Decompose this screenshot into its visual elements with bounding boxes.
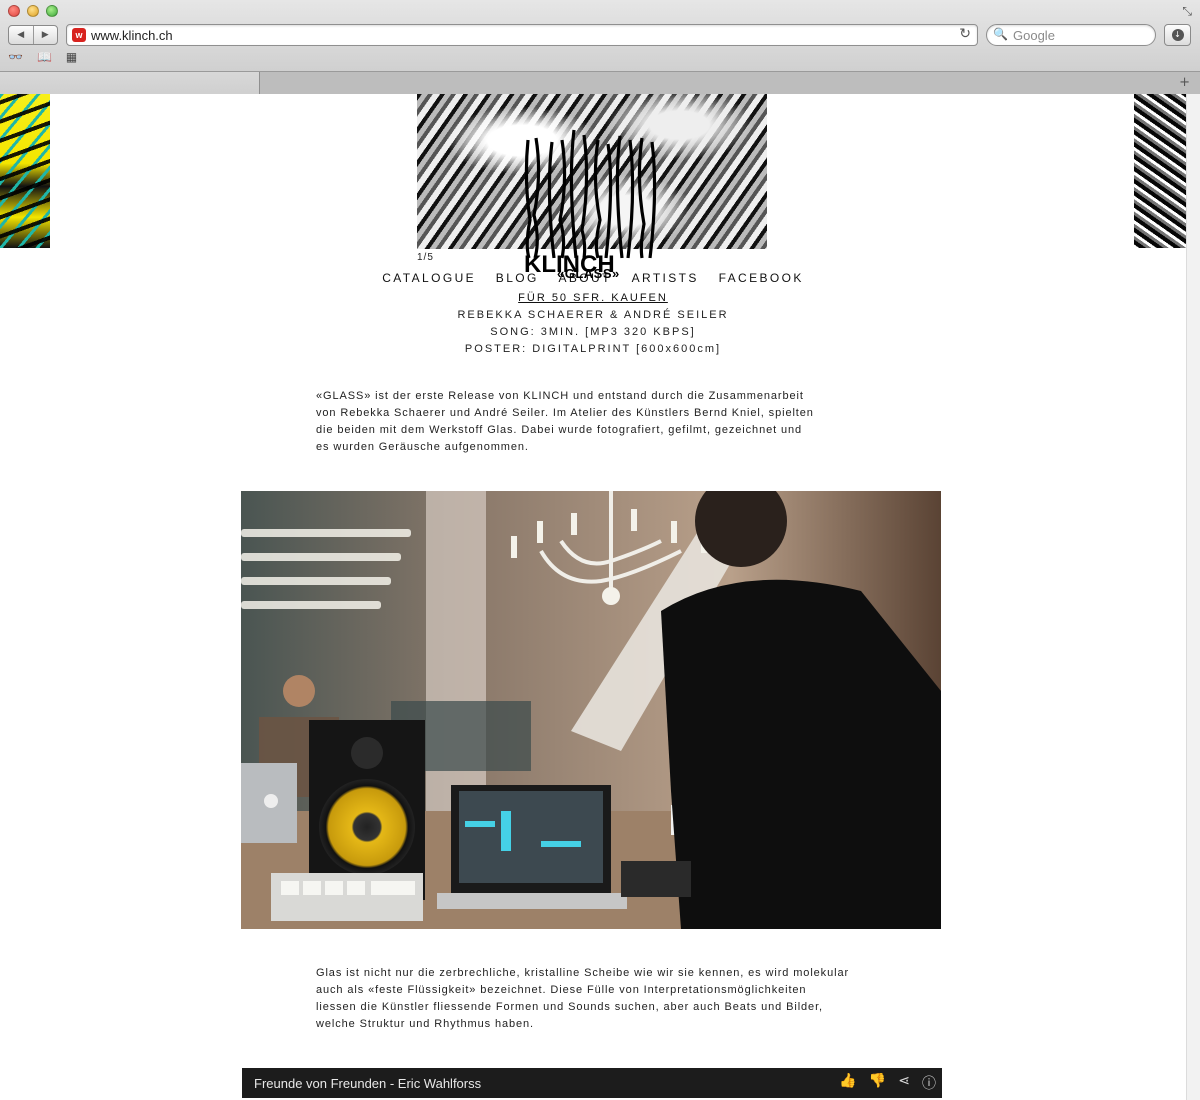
site-favicon-icon: w <box>72 28 86 42</box>
forward-button[interactable]: ▶ <box>32 26 58 44</box>
page-content: KLINCH 1/5 CATALOGUE BLOG ABOUT ARTISTS … <box>0 94 1186 1100</box>
share-icon[interactable]: ⋖ <box>898 1073 910 1093</box>
studio-photo <box>241 491 941 929</box>
release-poster: POSTER: DIGITALPRINT [600x600cm] <box>464 343 722 355</box>
close-window-button[interactable] <box>8 5 20 17</box>
video-player-bar[interactable]: Freunde von Freunden - Eric Wahlforss 👍 … <box>242 1068 942 1098</box>
info-icon[interactable]: ⓘ <box>922 1073 936 1093</box>
search-placeholder: Google <box>1013 28 1055 43</box>
like-icon[interactable]: 👍 <box>839 1073 856 1093</box>
release-info: FÜR 50 SFR. KAUFEN REBEKKA SCHAERER & AN… <box>0 290 1186 358</box>
reload-icon[interactable]: ↻ <box>959 26 971 42</box>
paragraph-line: von Rebekka Schaerer und André Seiler. I… <box>316 407 814 419</box>
release-credits: REBEKKA SCHAERER & ANDRÉ SEILER <box>457 309 729 321</box>
player-controls: 👍 👎 ⋖ ⓘ <box>839 1073 936 1093</box>
browser-chrome: ⤡ ◀ ▶ w www.klinch.ch ↻ 🔍 Google ↓ 👓 📖 ▦… <box>0 0 1200 95</box>
downloads-button[interactable]: ↓ <box>1164 24 1191 46</box>
paragraph-line: Glas ist nicht nur die zerbrechliche, kr… <box>316 967 850 979</box>
second-paragraph: Glas ist nicht nur die zerbrechliche, kr… <box>316 965 876 1033</box>
intro-paragraph: «GLASS» ist der erste Release von KLINCH… <box>316 388 876 456</box>
paragraph-line: die beiden mit dem Werkstoff Glas. Dabei… <box>316 424 803 436</box>
back-button[interactable]: ◀ <box>9 26 33 44</box>
bookmarks-icon[interactable]: 📖 <box>37 50 52 64</box>
menu-item-artists[interactable]: ARTISTS <box>632 271 699 285</box>
slide-next-artwork[interactable] <box>1134 94 1186 248</box>
address-bar[interactable]: w www.klinch.ch ↻ <box>66 24 978 46</box>
menu-item-catalogue[interactable]: CATALOGUE <box>382 271 476 285</box>
slide-prev-artwork[interactable] <box>0 94 50 248</box>
top-sites-icon[interactable]: ▦ <box>66 50 77 64</box>
search-field[interactable]: 🔍 Google <box>986 24 1156 46</box>
navigation-buttons: ◀ ▶ <box>8 25 58 45</box>
paragraph-line: liessen die Künstler fliessende Formen u… <box>316 1001 823 1013</box>
window-controls <box>8 5 58 17</box>
menu-item-facebook[interactable]: FACEBOOK <box>719 271 804 285</box>
buy-link[interactable]: FÜR 50 SFR. KAUFEN <box>518 292 668 304</box>
vertical-scrollbar[interactable] <box>1186 94 1200 1100</box>
release-song: SONG: 3MIN. [MP3 320 KBPS] <box>490 326 696 338</box>
zoom-window-button[interactable] <box>46 5 58 17</box>
fullscreen-icon[interactable]: ⤡ <box>1182 4 1192 19</box>
paragraph-line: auch als «feste Flüssigkeit» bezeichnet.… <box>316 984 807 996</box>
new-tab-icon[interactable]: + <box>1179 75 1190 90</box>
search-icon: 🔍 <box>993 27 1008 41</box>
bookmarks-bar: 👓 📖 ▦ <box>8 50 77 64</box>
paragraph-line: welche Struktur und Rhythmus haben. <box>316 1018 534 1030</box>
video-title[interactable]: Freunde von Freunden - Eric Wahlforss <box>254 1076 481 1091</box>
reading-list-icon[interactable]: 👓 <box>8 50 23 64</box>
paragraph-line: «GLASS» ist der erste Release von KLINCH… <box>316 390 804 402</box>
minimize-window-button[interactable] <box>27 5 39 17</box>
dislike-icon[interactable]: 👎 <box>869 1073 886 1093</box>
url-text[interactable]: www.klinch.ch <box>91 28 173 43</box>
download-icon: ↓ <box>1171 29 1184 41</box>
tab-strip: + <box>0 71 1200 95</box>
browser-tab[interactable] <box>0 72 260 95</box>
paragraph-line: es wurden Geräusche aufgenommen. <box>316 441 529 453</box>
slide-counter: 1/5 <box>417 252 434 263</box>
menu-item-blog[interactable]: BLOG <box>496 271 539 285</box>
release-title: «GLASS» <box>557 266 620 281</box>
klinch-logo: KLINCH <box>524 129 657 278</box>
